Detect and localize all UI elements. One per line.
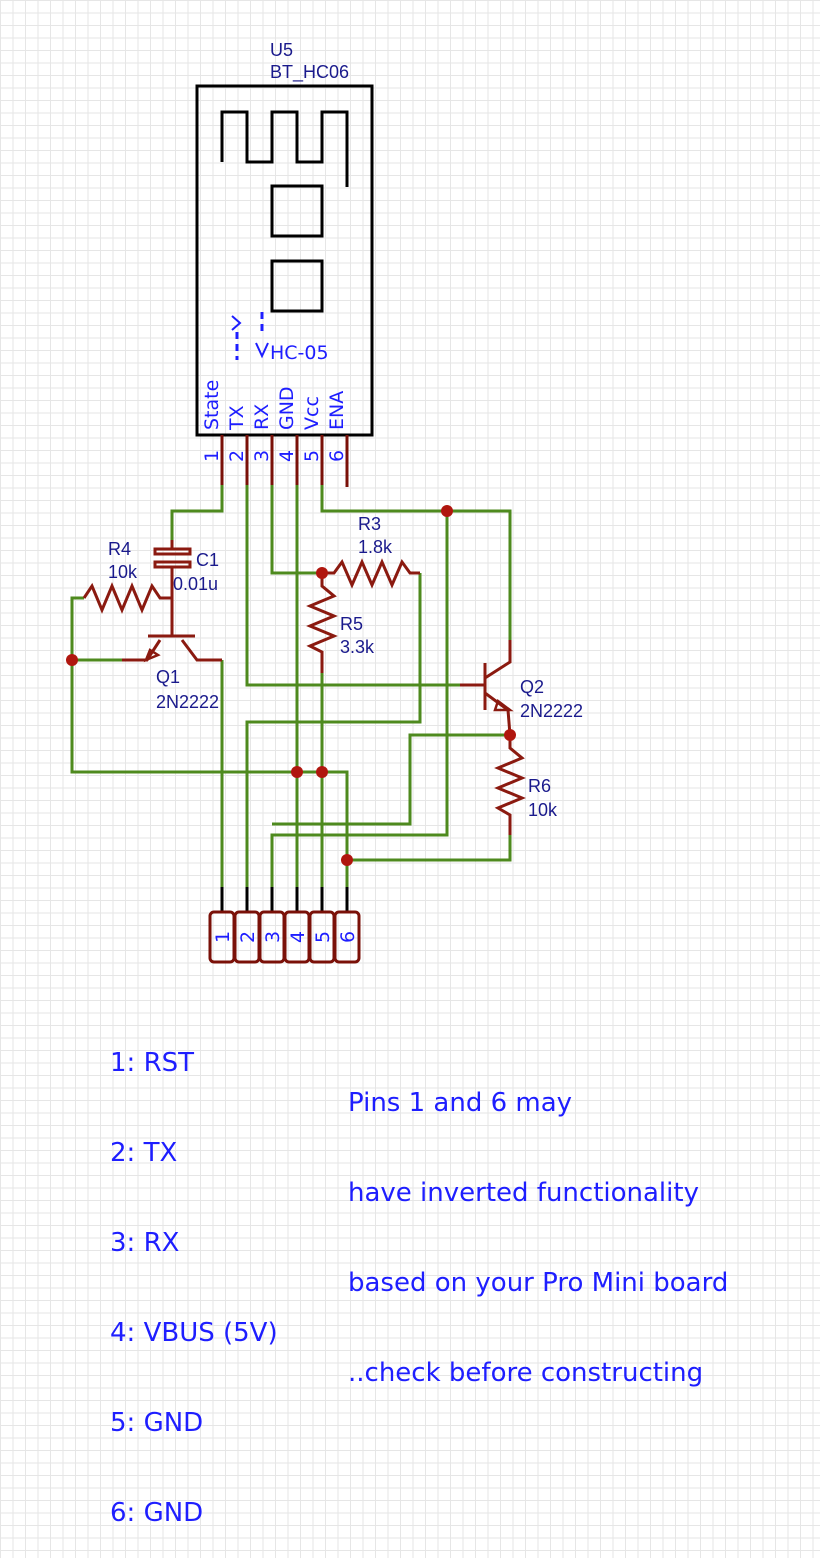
- header-pin-number: 2: [237, 931, 259, 943]
- pin-legend-item: 1: RST: [110, 1048, 195, 1078]
- arrow-down-icon: [255, 342, 269, 359]
- c1-ref: C1: [196, 550, 219, 570]
- bt-module[interactable]: HC-05 U5 BT_HC06: [195, 40, 374, 437]
- junction-dot: [316, 766, 328, 778]
- header-pin-number: 4: [287, 931, 309, 943]
- header-pin-6[interactable]: 6: [333, 887, 361, 964]
- resistor-zigzag: [306, 573, 338, 673]
- header-pin-1[interactable]: 1: [208, 887, 236, 964]
- wire-state: [170, 485, 224, 540]
- header-pin-number: 1: [212, 931, 234, 943]
- pin-number: 5: [301, 450, 323, 462]
- pin-name: State: [201, 380, 223, 430]
- q1-collector: [180, 639, 222, 662]
- module-pin-5[interactable]: Vcc 5: [301, 396, 324, 485]
- pin-name: GND: [276, 386, 298, 430]
- r4-ref: R4: [108, 539, 131, 559]
- resistor-zigzag: [82, 582, 172, 614]
- r6-ref: R6: [528, 776, 551, 796]
- q2-collector: [484, 640, 512, 680]
- header-pin-number: 6: [337, 931, 359, 943]
- q2-arrow-icon: [493, 698, 514, 712]
- wires: [70, 485, 512, 910]
- chip-icon: [270, 259, 324, 313]
- r5-ref: R5: [340, 614, 363, 634]
- pin-legend-item: 5: GND: [110, 1408, 204, 1438]
- pin-number: 1: [201, 450, 223, 462]
- header-pin-4[interactable]: 4: [283, 887, 311, 964]
- pin-name: TX: [226, 405, 248, 431]
- q1-value: 2N2222: [156, 692, 219, 712]
- header-pin-5[interactable]: 5: [308, 887, 336, 964]
- header-pin-2[interactable]: 2: [233, 887, 261, 964]
- capacitor-c1[interactable]: C1 0.01u: [153, 540, 219, 635]
- module-ref: U5: [270, 40, 293, 60]
- header-pin-3[interactable]: 3: [258, 887, 286, 964]
- pin-legend-item: 4: VBUS (5V): [110, 1318, 278, 1348]
- c1-value: 0.01u: [173, 574, 218, 594]
- module-value: BT_HC06: [270, 62, 349, 83]
- pin-header[interactable]: 123456: [208, 887, 361, 964]
- wire-q2-emitter: [272, 733, 510, 826]
- note-line: based on your Pro Mini board: [348, 1268, 729, 1298]
- pin-number: 6: [326, 450, 348, 462]
- pin-legend-item: 3: RX: [110, 1228, 180, 1258]
- module-pins: State 1 TX 2 RX 3 GND 4 Vcc 5 ENA 6: [201, 380, 349, 487]
- pin-number: 2: [226, 450, 248, 462]
- resistor-r5[interactable]: R5 3.3k: [306, 573, 375, 673]
- note-line: Pins 1 and 6 may: [348, 1088, 573, 1118]
- wire-r6-gnd: [347, 835, 512, 862]
- module-pin-2[interactable]: TX 2: [226, 405, 249, 485]
- transistor-q2[interactable]: Q2 2N2222: [460, 640, 583, 736]
- junction-dot: [66, 654, 78, 666]
- module-pin-6[interactable]: ENA 6: [326, 391, 349, 487]
- pin-name: ENA: [326, 391, 348, 430]
- r4-wire: [70, 596, 84, 660]
- q2-ref: Q2: [520, 677, 544, 697]
- module-pin-1[interactable]: State 1: [201, 380, 224, 485]
- pin-name: Vcc: [301, 396, 323, 430]
- junction-dot: [441, 505, 453, 517]
- module-inner-label: HC-05: [270, 342, 329, 364]
- r4-value: 10k: [108, 562, 138, 582]
- header-pin-number: 3: [262, 931, 284, 943]
- r3-ref: R3: [358, 514, 381, 534]
- warning-note: Pins 1 and 6 may have inverted functiona…: [348, 1028, 728, 1418]
- q1-ref: Q1: [156, 667, 180, 687]
- junction-dot: [341, 854, 353, 866]
- resistor-zigzag: [494, 735, 526, 835]
- capacitor-plate: [153, 560, 192, 569]
- pin-legend: 1: RST 2: TX 3: RX 4: VBUS (5V) 5: GND 6…: [110, 988, 278, 1558]
- pin-name: RX: [251, 404, 273, 430]
- resistor-zigzag: [322, 558, 420, 589]
- resistor-r3[interactable]: R3 1.8k: [322, 514, 420, 589]
- junction-dot: [316, 567, 328, 579]
- pin-legend-item: 6: GND: [110, 1498, 204, 1528]
- pin-number: 3: [251, 450, 273, 462]
- junction-dot: [504, 729, 516, 741]
- r5-value: 3.3k: [340, 637, 375, 657]
- antenna-icon: [220, 110, 349, 187]
- junction-dot: [291, 766, 303, 778]
- header-pin-number: 5: [312, 931, 334, 943]
- note-line: ..check before constructing: [348, 1358, 704, 1388]
- transistor-q1[interactable]: Q1 2N2222: [122, 634, 222, 712]
- wire-gnd-bus: [70, 598, 349, 910]
- pin-legend-item: 2: TX: [110, 1138, 178, 1168]
- r3-value: 1.8k: [358, 537, 393, 557]
- pin-number: 4: [276, 450, 298, 462]
- arrow-right-icon: [231, 315, 242, 331]
- chip-icon: [270, 184, 324, 238]
- q2-value: 2N2222: [520, 701, 583, 721]
- r6-value: 10k: [528, 800, 558, 820]
- module-pin-3[interactable]: RX 3: [251, 404, 274, 485]
- note-line: have inverted functionality: [348, 1178, 699, 1208]
- resistor-r4[interactable]: R4 10k: [70, 539, 172, 660]
- capacitor-plate: [153, 547, 192, 556]
- resistor-r6[interactable]: R6 10k: [494, 735, 558, 835]
